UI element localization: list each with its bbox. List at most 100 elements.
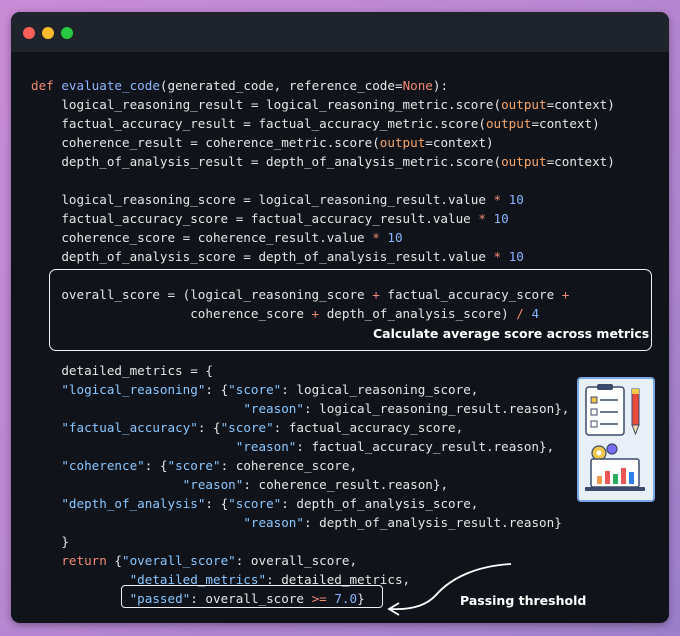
code-token: (generated_code, reference_code= (159, 78, 403, 93)
code-token: =context) (546, 154, 615, 169)
code-line: def evaluate_code(generated_code, refere… (31, 76, 615, 95)
code-token: "depth_of_analysis" (61, 496, 206, 511)
code-token: "reason" (235, 439, 297, 454)
code-token: "coherence" (61, 458, 145, 473)
code-token: : factual_accuracy_result.reason}, (296, 439, 555, 454)
code-token: def (31, 78, 62, 93)
code-token: output (485, 116, 532, 131)
code-line: detailed_metrics = { (31, 361, 615, 380)
code-line: logical_reasoning_score = logical_reason… (31, 190, 615, 209)
code-line: "depth_of_analysis": {"score": depth_of_… (31, 494, 615, 513)
code-token: : { (205, 382, 229, 397)
code-line: return {"overall_score": overall_score, (31, 551, 615, 570)
code-line: "coherence": {"score": coherence_score, (31, 456, 615, 475)
code-token: : logical_reasoning_result.reason}, (303, 401, 570, 416)
code-token: 10 (387, 230, 403, 245)
code-token: detailed_metrics = { (31, 363, 213, 378)
code-token: logical_reasoning_score = logical_reason… (31, 192, 494, 207)
code-token: factual_accuracy_result = factual_accura… (31, 116, 486, 131)
report-chart-icon (577, 377, 655, 502)
code-token: : factual_accuracy_score, (273, 420, 464, 435)
code-token: } (31, 534, 69, 549)
code-line: "reason": coherence_result.reason}, (31, 475, 615, 494)
code-token: coherence_result = coherence_metric.scor… (31, 135, 380, 150)
code-token: output (501, 97, 547, 112)
code-token: * (478, 211, 486, 226)
code-token: : { (144, 458, 168, 473)
code-line: coherence_score = coherence_result.value… (31, 228, 615, 247)
code-token: "score" (228, 496, 282, 511)
code-line: "logical_reasoning": {"score": logical_r… (31, 380, 615, 399)
code-token: output (379, 135, 426, 150)
code-token: =context) (531, 116, 600, 131)
code-token: "overall_score" (122, 553, 236, 568)
code-token: logical_reasoning_result = logical_reaso… (31, 97, 502, 112)
code-token: depth_of_analysis_result = depth_of_anal… (31, 154, 502, 169)
code-token: 10 (508, 192, 524, 207)
code-window: def evaluate_code(generated_code, refere… (11, 12, 669, 623)
code-line: "reason": logical_reasoning_result.reaso… (31, 399, 615, 418)
code-line: depth_of_analysis_score = depth_of_analy… (31, 247, 615, 266)
code-token: ): (432, 78, 449, 93)
code-token: factual_accuracy_score = factual_accurac… (31, 211, 479, 226)
code-token: "reason" (182, 477, 244, 492)
code-line: } (31, 532, 615, 551)
code-token: evaluate_code (61, 78, 160, 93)
code-line: "reason": depth_of_analysis_result.reaso… (31, 513, 615, 532)
code-line: depth_of_analysis_result = depth_of_anal… (31, 152, 615, 171)
average-annotation: Calculate average score across metrics (373, 326, 650, 341)
threshold-annotation: Passing threshold (460, 593, 587, 608)
code-line: "factual_accuracy": {"score": factual_ac… (31, 418, 615, 437)
code-token: "score" (220, 420, 274, 435)
code-token: : overall_score, (235, 553, 358, 568)
code-token: 10 (493, 211, 509, 226)
code-token: =context) (425, 135, 494, 150)
code-token: =context) (546, 97, 615, 112)
code-token: * (493, 249, 502, 264)
code-token: : { (205, 496, 229, 511)
code-token: : depth_of_analysis_result.reason} (303, 515, 562, 530)
code-token: return (61, 553, 107, 568)
code-token: "reason" (243, 401, 304, 416)
maximize-button[interactable] (61, 27, 73, 39)
code-token: 10 (508, 249, 524, 264)
code-token: : coherence_score, (220, 458, 358, 473)
code-token: depth_of_analysis_score = depth_of_analy… (31, 249, 494, 264)
code-line: logical_reasoning_result = logical_reaso… (31, 95, 615, 114)
code-token: "reason" (243, 515, 304, 530)
code-token: * (372, 230, 380, 245)
code-token: "factual_accuracy" (61, 420, 198, 435)
code-token: coherence_score = coherence_result.value (31, 230, 373, 245)
code-token: "score" (228, 382, 282, 397)
minimize-button[interactable] (42, 27, 54, 39)
code-token: : depth_of_analysis_score, (281, 496, 479, 511)
code-token: : { (197, 420, 221, 435)
code-line: "reason": factual_accuracy_result.reason… (31, 437, 615, 456)
close-button[interactable] (23, 27, 35, 39)
code-token: "logical_reasoning" (61, 382, 206, 397)
code-token: : logical_reasoning_score, (281, 382, 479, 397)
code-token: "score" (167, 458, 221, 473)
code-line: factual_accuracy_result = factual_accura… (31, 114, 615, 133)
code-token: { (106, 553, 123, 568)
code-token: output (501, 154, 547, 169)
passed-highlight-box (121, 585, 383, 608)
title-bar (11, 12, 669, 52)
code-token: None (402, 78, 433, 93)
code-line: factual_accuracy_score = factual_accurac… (31, 209, 615, 228)
code-token: * (493, 192, 502, 207)
